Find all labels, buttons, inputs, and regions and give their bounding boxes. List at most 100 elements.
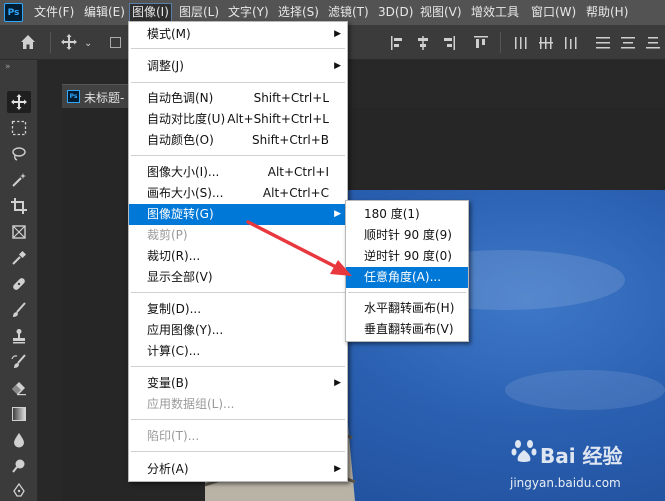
menu-item-reveal-all[interactable]: 显示全部(V) (129, 267, 347, 288)
home-icon[interactable] (20, 34, 36, 50)
menu-separator (348, 292, 466, 293)
submenu-item-flip-vertical[interactable]: 垂直翻转画布(V) (346, 319, 468, 340)
align-top-icon[interactable] (473, 35, 489, 51)
dodge-tool[interactable] (7, 455, 31, 477)
options-separator (50, 32, 51, 53)
menu-3d[interactable]: 3D(D) (378, 3, 413, 22)
clone-stamp-tool[interactable] (7, 325, 31, 347)
submenu-item-arbitrary-angle[interactable]: 任意角度(A)... (346, 267, 468, 288)
blur-tool[interactable] (7, 429, 31, 451)
menu-item-trim[interactable]: 裁切(R)... (129, 246, 347, 267)
menu-type[interactable]: 文字(Y) (228, 3, 269, 22)
menu-item-label: 任意角度(A)... (364, 270, 442, 284)
menu-plugins[interactable]: 增效工具 (471, 3, 519, 22)
align-center-icon[interactable] (415, 35, 431, 51)
menu-item-apply-image[interactable]: 应用图像(Y)... (129, 320, 347, 341)
menu-item-adjustments[interactable]: 调整(J) ▶ (129, 56, 347, 77)
eraser-tool[interactable] (7, 377, 31, 399)
menu-view[interactable]: 视图(V) (420, 3, 462, 22)
menu-item-auto-contrast[interactable]: 自动对比度(U) Alt+Shift+Ctrl+L (129, 109, 347, 130)
menu-item-image-size[interactable]: 图像大小(I)... Alt+Ctrl+I (129, 162, 347, 183)
menu-item-canvas-size[interactable]: 画布大小(S)... Alt+Ctrl+C (129, 183, 347, 204)
submenu-item-flip-horizontal[interactable]: 水平翻转画布(H) (346, 298, 468, 319)
move-icon[interactable] (61, 34, 77, 50)
marquee-icon (11, 120, 27, 136)
menu-item-calculations[interactable]: 计算(C)... (129, 341, 347, 362)
menu-window[interactable]: 窗口(W) (531, 3, 576, 22)
menu-item-label: 自动对比度(U) (147, 112, 226, 126)
distribute-vertical-icon[interactable] (620, 35, 636, 51)
document-tab-title: 未标题- (84, 91, 125, 105)
menu-item-label: 分析(A) (147, 462, 189, 476)
menu-image[interactable]: 图像(I) (129, 3, 172, 22)
menu-filter[interactable]: 滤镜(T) (328, 3, 369, 22)
frame-icon (12, 225, 26, 239)
move-tool[interactable] (7, 91, 31, 113)
submenu-item-rotate-90-ccw[interactable]: 逆时针 90 度(0) (346, 246, 468, 267)
distribute-center-icon[interactable] (538, 35, 554, 51)
dodge-icon (12, 459, 25, 473)
tools-panel: » (0, 60, 38, 501)
menu-select[interactable]: 选择(S) (278, 3, 319, 22)
frame-tool[interactable] (7, 221, 31, 243)
menu-item-auto-tone[interactable]: 自动色调(N) Shift+Ctrl+L (129, 88, 347, 109)
clone-stamp-icon (13, 329, 25, 344)
menu-separator (131, 419, 345, 420)
menu-item-auto-color[interactable]: 自动颜色(O) Shift+Ctrl+B (129, 130, 347, 151)
submenu-item-rotate-180[interactable]: 180 度(1) (346, 204, 468, 225)
menu-item-trap[interactable]: 陷印(T)... (129, 426, 347, 447)
magic-wand-tool[interactable] (7, 169, 31, 191)
menu-edit[interactable]: 编辑(E) (84, 3, 125, 22)
menu-shortcut: Shift+Ctrl+B (252, 133, 329, 147)
distribute-right-icon[interactable] (563, 35, 579, 51)
baidu-watermark: Bai 经验 jingyan.baidu.com (510, 430, 660, 500)
distribute-top-icon[interactable] (595, 35, 611, 51)
menu-item-label: 计算(C)... (147, 344, 201, 358)
align-right-icon[interactable] (440, 35, 456, 51)
menu-help[interactable]: 帮助(H) (586, 3, 628, 22)
menu-shortcut: Alt+Ctrl+C (262, 186, 329, 200)
menu-item-duplicate[interactable]: 复制(D)... (129, 299, 347, 320)
menu-item-label: 应用图像(Y)... (147, 323, 224, 337)
collapse-panel-icon[interactable]: » (5, 62, 11, 72)
gradient-tool[interactable] (7, 403, 31, 425)
menu-item-apply-data-set[interactable]: 应用数据组(L)... (129, 394, 347, 415)
submenu-arrow-icon: ▶ (334, 29, 341, 39)
marquee-tool[interactable] (7, 117, 31, 139)
brush-tool[interactable] (7, 299, 31, 321)
eyedropper-tool[interactable] (7, 247, 31, 269)
distribute-bottom-icon[interactable] (645, 35, 661, 51)
chevron-down-icon[interactable]: ⌄ (84, 36, 92, 52)
crop-tool[interactable] (7, 195, 31, 217)
pen-tool[interactable] (7, 481, 31, 499)
gradient-icon (12, 407, 26, 421)
submenu-arrow-icon: ▶ (334, 378, 341, 388)
eyedropper-icon (12, 250, 27, 265)
menu-item-label: 水平翻转画布(H) (364, 301, 455, 315)
menu-shortcut: Alt+Ctrl+I (267, 165, 329, 179)
menu-separator (131, 292, 345, 293)
menu-item-variables[interactable]: 变量(B) ▶ (129, 373, 347, 394)
healing-brush-icon (13, 278, 25, 290)
image-rotation-submenu: 180 度(1) 顺时针 90 度(9) 逆时针 90 度(0) 任意角度(A)… (345, 200, 469, 342)
history-brush-tool[interactable] (7, 351, 31, 373)
menu-item-crop[interactable]: 裁剪(P) (129, 225, 347, 246)
watermark-url: jingyan.baidu.com (510, 476, 621, 490)
menu-item-label: 裁剪(P) (147, 228, 188, 242)
healing-brush-tool[interactable] (7, 273, 31, 295)
menu-item-mode[interactable]: 模式(M) ▶ (129, 24, 347, 45)
history-brush-icon (11, 354, 26, 368)
lasso-icon (12, 147, 26, 161)
distribute-left-icon[interactable] (513, 35, 529, 51)
align-left-icon[interactable] (390, 35, 406, 51)
submenu-arrow-icon: ▶ (334, 61, 341, 71)
menu-layer[interactable]: 图层(L) (179, 3, 219, 22)
menu-separator (131, 366, 345, 367)
lasso-tool[interactable] (7, 143, 31, 165)
auto-select-checkbox[interactable] (110, 37, 121, 48)
menu-item-label: 垂直翻转画布(V) (364, 322, 454, 336)
submenu-item-rotate-90-cw[interactable]: 顺时针 90 度(9) (346, 225, 468, 246)
menu-item-analysis[interactable]: 分析(A) ▶ (129, 459, 347, 480)
menu-file[interactable]: 文件(F) (34, 3, 74, 22)
menu-item-image-rotation[interactable]: 图像旋转(G) ▶ (129, 204, 347, 225)
